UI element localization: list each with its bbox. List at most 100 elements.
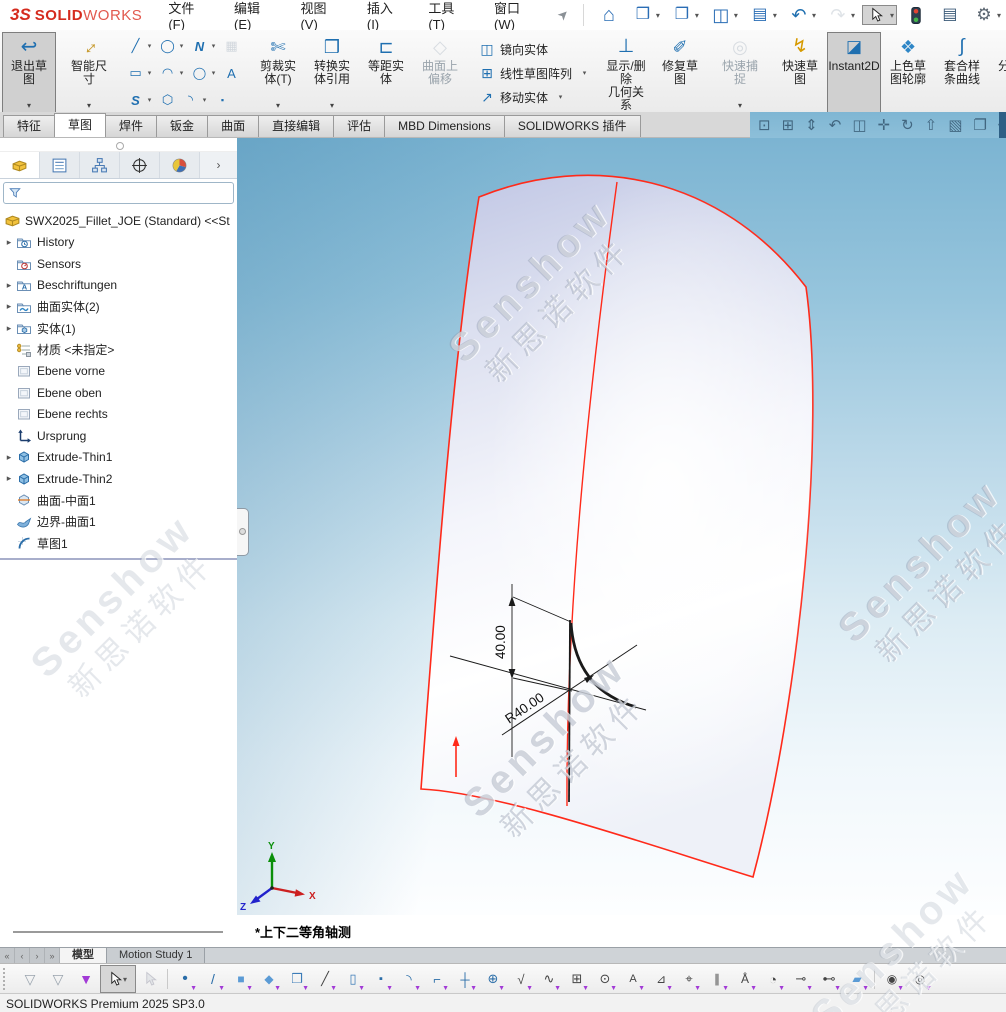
new-document-button[interactable]: ❒▾: [628, 1, 663, 29]
tree-filter-box[interactable]: [3, 182, 234, 204]
redo-button[interactable]: ↷▾: [823, 1, 858, 29]
expand-arrow-icon[interactable]: ▸: [3, 301, 15, 312]
open-document-button[interactable]: ❐▾: [667, 1, 702, 29]
tab-direct-editing[interactable]: 直接编辑: [258, 115, 334, 137]
circle-dropdown-icon[interactable]: ▾: [177, 42, 186, 50]
panel-collapse-handle[interactable]: [237, 508, 249, 556]
equation-driven-curve-button[interactable]: S▾: [124, 88, 156, 112]
circle-button[interactable]: ◯▾: [156, 34, 188, 58]
spline-button[interactable]: N▾: [188, 34, 220, 58]
toolbar-grip[interactable]: [3, 968, 13, 990]
magnified-selection-button[interactable]: [136, 965, 164, 993]
filter-sketch-points-button[interactable]: ▪▼: [367, 965, 395, 993]
undo-button[interactable]: ↶▾: [784, 1, 819, 29]
tree-item-boundary-surface1[interactable]: 边界-曲面1: [0, 511, 237, 533]
zoom-to-area-icon[interactable]: ⊞: [782, 116, 795, 134]
tree-item-surface-bodies[interactable]: ▸曲面实体(2): [0, 296, 237, 318]
tree-item-history[interactable]: ▸History: [0, 232, 237, 254]
select-button[interactable]: ▾: [862, 5, 897, 25]
tab-evaluate[interactable]: 评估: [333, 115, 385, 137]
select-tool-button[interactable]: ▾: [100, 965, 136, 993]
convert-entities-button[interactable]: ❒转换实体引用▾: [305, 32, 359, 114]
scroll-first-button[interactable]: «: [0, 948, 15, 964]
section-view-icon[interactable]: ◫: [852, 116, 866, 134]
trim-entities-button[interactable]: ✄剪裁实体(T)▾: [251, 32, 305, 114]
clear-all-filters-button[interactable]: ▼: [72, 965, 100, 993]
propertymanager-tab[interactable]: [40, 152, 80, 178]
tab-solidworks-addins[interactable]: SOLIDWORKS 插件: [504, 115, 641, 137]
tree-item-mid-surface1[interactable]: 曲面-中面1: [0, 490, 237, 512]
selection-filter-toggle-button[interactable]: ▽: [16, 965, 44, 993]
filter-datums-button[interactable]: ⊿▼: [647, 965, 675, 993]
hide-show-items-icon[interactable]: ❐: [973, 116, 986, 134]
options-dropdown-icon[interactable]: ▾: [997, 11, 1001, 20]
expand-arrow-icon[interactable]: ▸: [3, 280, 15, 291]
display-delete-relations-button[interactable]: ⊥显示/删除几何关系▾: [599, 32, 653, 114]
configurationmanager-tab[interactable]: [80, 152, 120, 178]
filter-notes-button[interactable]: A▼: [619, 965, 647, 993]
tab-mbd-dimensions[interactable]: MBD Dimensions: [384, 115, 505, 137]
panel-bottom-grip[interactable]: [13, 931, 223, 933]
filter-annotations-button[interactable]: Å▼: [731, 965, 759, 993]
trim-entities-dropdown-icon[interactable]: ▾: [276, 99, 280, 112]
filter-routing-points-button[interactable]: ⊷▼: [815, 965, 843, 993]
text-button[interactable]: A: [220, 61, 243, 85]
view-orientation-icon[interactable]: ✛: [878, 116, 891, 134]
open-document-dropdown-icon[interactable]: ▾: [695, 11, 699, 20]
centerpoint-arc-button[interactable]: ◠▾: [156, 61, 188, 85]
dimxpertmanager-tab[interactable]: [120, 152, 160, 178]
save-button[interactable]: ◫▾: [706, 1, 741, 29]
display-style-icon[interactable]: ▧: [948, 116, 962, 134]
rapid-sketch-button[interactable]: ↯快速草图: [773, 32, 827, 114]
fm-tabs-expand-icon[interactable]: ›: [200, 152, 237, 178]
select-tool-dropdown-icon[interactable]: ▾: [123, 975, 127, 984]
filter-blocks-button[interactable]: ▰▼: [843, 965, 871, 993]
sketch-fillet-dropdown-icon[interactable]: ▾: [200, 96, 209, 104]
filter-balloons-button[interactable]: ⊙▼: [591, 965, 619, 993]
spline-dropdown-icon[interactable]: ▾: [209, 42, 218, 50]
polygon-button[interactable]: ⬡: [156, 88, 179, 112]
smart-dimension-button[interactable]: ↔智能尺寸▾: [62, 32, 116, 114]
tab-weldments[interactable]: 焊件: [105, 115, 157, 137]
scroll-next-button[interactable]: ›: [30, 948, 45, 964]
filter-cosmetic-threads-button[interactable]: ∥▼: [703, 965, 731, 993]
redo-dropdown-icon[interactable]: ▾: [851, 11, 855, 20]
expand-arrow-icon[interactable]: ▸: [3, 323, 15, 334]
tree-item-top-plane[interactable]: Ebene oben: [0, 382, 237, 404]
select-dropdown-icon[interactable]: ▾: [890, 11, 894, 20]
filter-vertices-button[interactable]: •▼: [171, 965, 199, 993]
mirror-entities-button[interactable]: ◫镜向实体: [473, 38, 593, 60]
corner-rectangle-dropdown-icon[interactable]: ▾: [145, 69, 154, 77]
filter-datum-targets-button[interactable]: ⌖▼: [675, 965, 703, 993]
filter-surface-bodies-button[interactable]: ◆▼: [255, 965, 283, 993]
tree-item-sensors[interactable]: Sensors: [0, 253, 237, 275]
tree-item-annotations[interactable]: ▸ABeschriftungen: [0, 275, 237, 297]
print-dropdown-icon[interactable]: ▾: [773, 11, 777, 20]
point-button[interactable]: ▪: [211, 88, 234, 112]
tree-filter-input[interactable]: [26, 184, 229, 202]
performance-evaluation-button[interactable]: [901, 5, 931, 26]
smart-dimension-dropdown-icon[interactable]: ▾: [87, 99, 91, 112]
panel-splitter[interactable]: [0, 558, 237, 560]
tab-sheet-metal[interactable]: 钣金: [156, 115, 208, 137]
linear-sketch-pattern-button[interactable]: ⊞线性草图阵列▾: [473, 62, 593, 84]
ellipse-button[interactable]: ◯▾: [188, 61, 220, 85]
filter-connection-points-button[interactable]: ⊸▼: [787, 965, 815, 993]
linear-sketch-pattern-dropdown-icon[interactable]: ▾: [580, 69, 589, 77]
exit-sketch-button[interactable]: ↩退出草图▾: [2, 32, 56, 114]
graphics-area[interactable]: 40.00 R40.00 Y X Z: [237, 138, 1006, 915]
tab-features[interactable]: 特征: [3, 115, 55, 137]
convert-entities-dropdown-icon[interactable]: ▾: [330, 99, 334, 112]
panel-top-grip[interactable]: [0, 138, 237, 152]
zoom-in-out-icon[interactable]: ⇕: [805, 116, 818, 134]
save-dropdown-icon[interactable]: ▾: [734, 11, 738, 20]
scroll-previous-button[interactable]: ‹: [15, 948, 30, 964]
tab-motion-study-1[interactable]: Motion Study 1: [107, 948, 205, 964]
hide-all-filters-button[interactable]: ▽: [44, 965, 72, 993]
filter-center-marks-button[interactable]: ⊕▼: [479, 965, 507, 993]
filter-edges-button[interactable]: /▼: [199, 965, 227, 993]
expand-arrow-icon[interactable]: ▸: [3, 473, 15, 484]
tree-item-extrude-thin2[interactable]: ▸Extrude-Thin2: [0, 468, 237, 490]
featuremanager-tab[interactable]: [0, 152, 40, 178]
quick-snaps-button[interactable]: ◎快速捕捉▾: [713, 32, 767, 114]
